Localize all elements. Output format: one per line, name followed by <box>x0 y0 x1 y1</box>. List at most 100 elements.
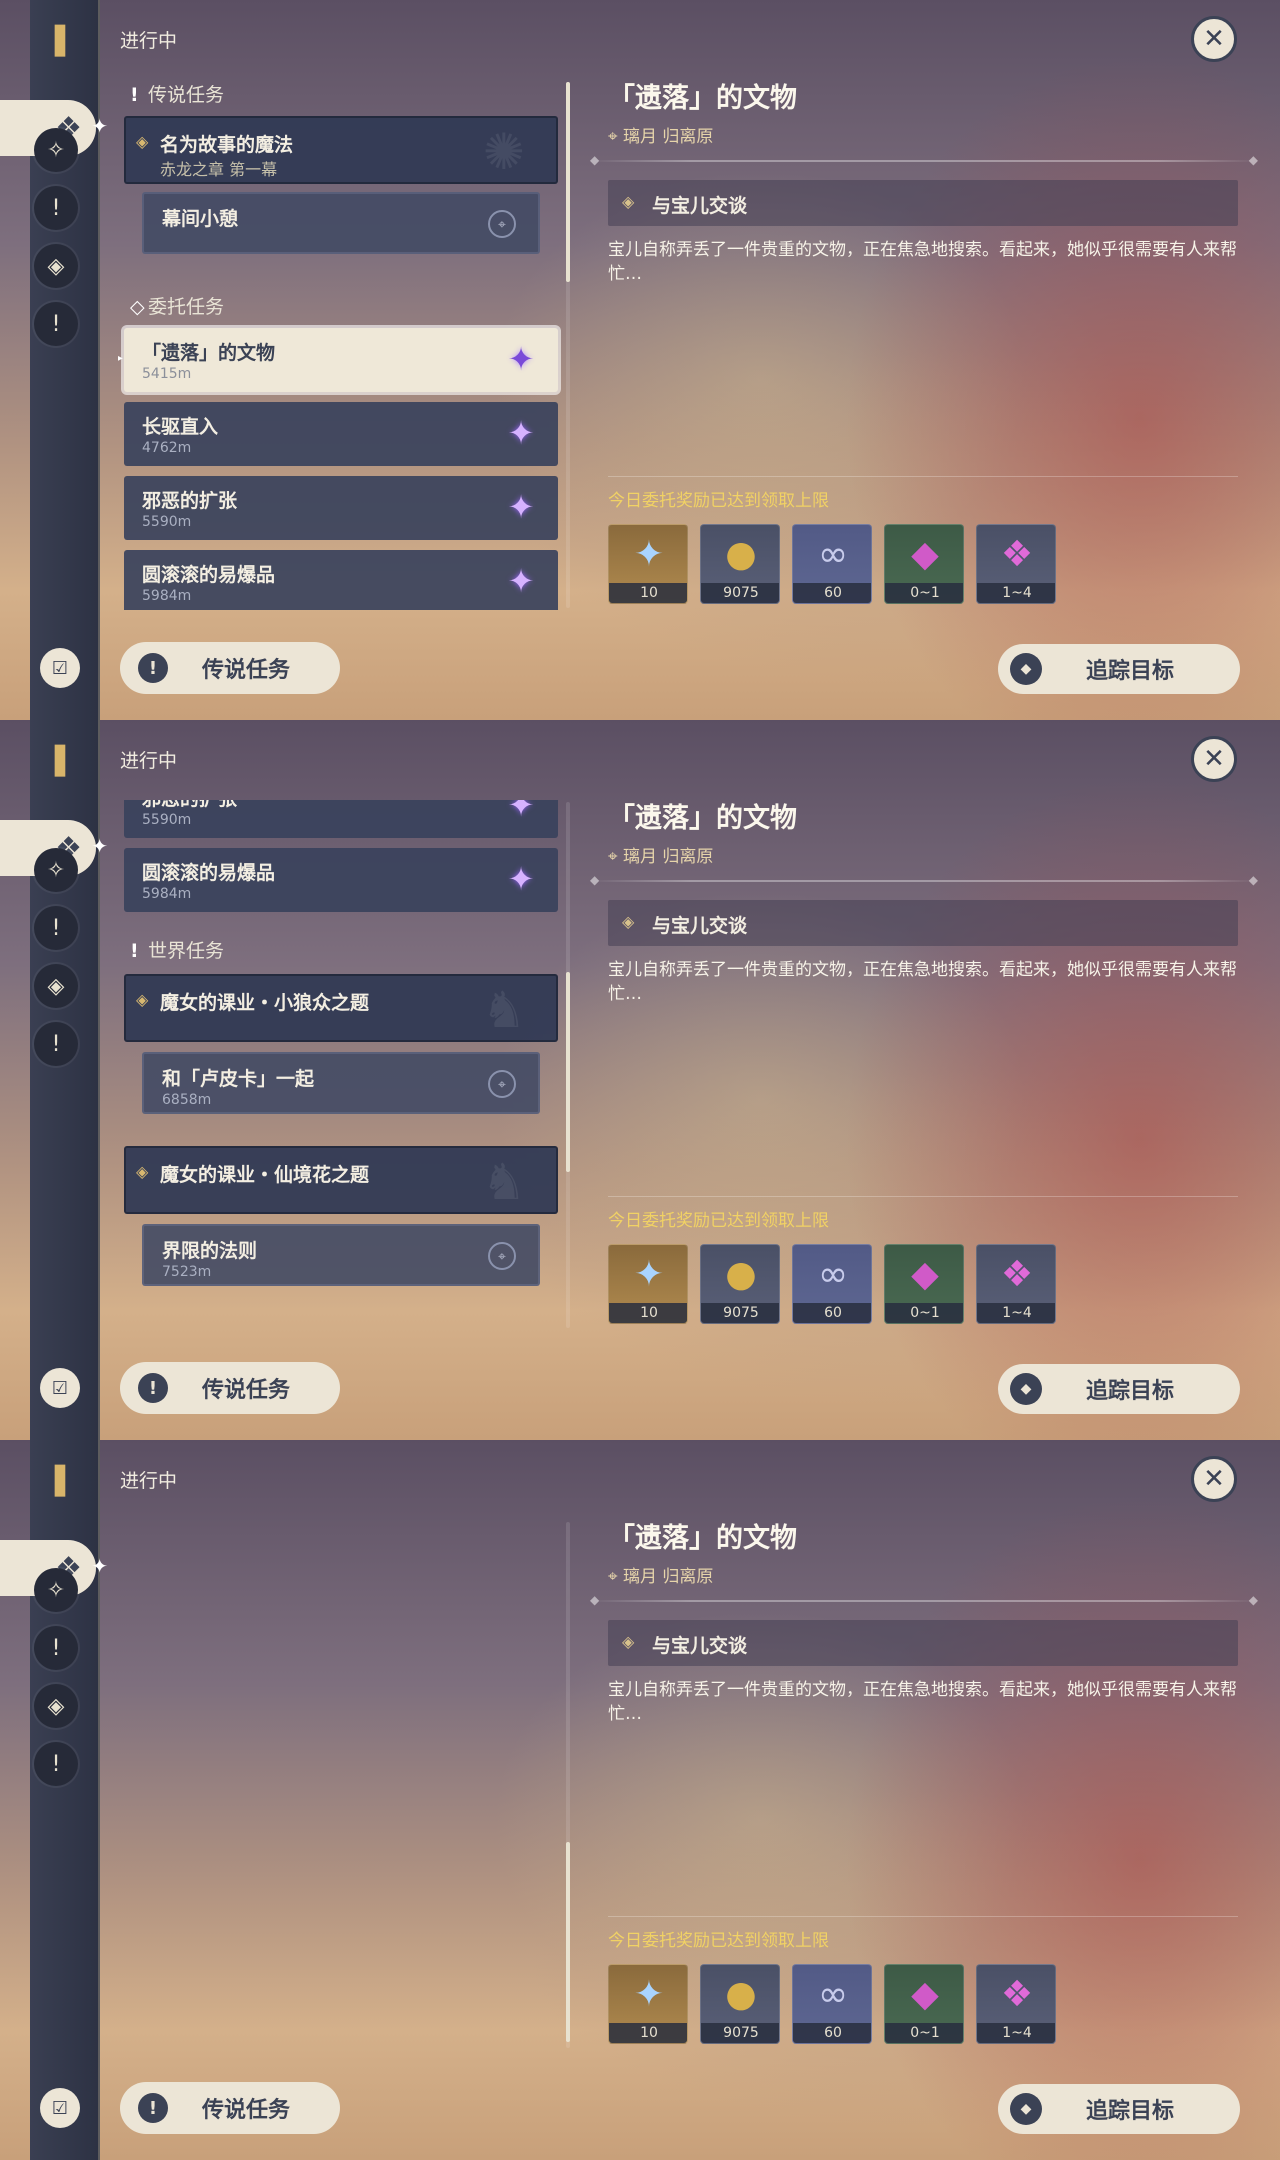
detail-title: 「遗落」的文物 <box>608 83 797 114</box>
track-target-button[interactable]: ◆ 追踪目标 <box>998 1364 1240 1414</box>
quest-step-card[interactable]: 界限的法则 7523m ⌖ <box>142 1224 540 1286</box>
witch-emblem-icon: ♞ <box>481 1153 527 1211</box>
objective-bar: ◈ 与宝儿交谈 <box>608 900 1238 946</box>
divider-ornament-icon: ◆ <box>590 1593 600 1607</box>
quest-title: 魔女的课业・仙境花之题 <box>160 1164 370 1186</box>
close-button[interactable]: ✕ <box>1191 16 1237 62</box>
detail-description: 宝儿自称弄丢了一件贵重的文物，正在焦急地搜索。看起来，她似乎很需要有人来帮忙… <box>608 240 1237 284</box>
sidebar-item-archon-quests[interactable]: ✧ <box>34 128 78 172</box>
reward-item-adventure-exp[interactable]: ✦ 10 <box>608 1244 688 1324</box>
reward-item-mora[interactable]: ● 9075 <box>700 1244 780 1324</box>
sidebar-item-world-quests[interactable]: ◈ <box>34 244 78 288</box>
screenshot-stack: ❚ ❖ ✦ ✧ ! ◈ ! ☑ 进行中 ✕ ! 传说任务 ◈ 名为故事的魔法 赤龙之… <box>0 0 1280 2160</box>
reward-item-crystal-cluster[interactable]: ❖ 1~4 <box>976 1964 1056 2044</box>
location-pin-icon[interactable]: ⌖ <box>488 210 516 238</box>
reward-item-crystal-cluster[interactable]: ❖ 1~4 <box>976 524 1056 604</box>
dragon-emblem-icon: ✺ <box>483 123 525 181</box>
book-icon[interactable]: ❚ <box>44 1456 76 1500</box>
sidebar-item-event-quests[interactable]: ! <box>34 1022 78 1066</box>
quest-step-card[interactable]: 幕间小憩 ⌖ <box>142 192 540 254</box>
quest-list[interactable]: !传说任务 ◈ 名为故事的魔法 赤龙之章 第一幕 ✺ 幕间小憩 ⌖ ◇委托任务 … <box>118 80 564 610</box>
quest-log-check-icon[interactable]: ☑ <box>40 2088 80 2128</box>
location-text: 璃月 归离原 <box>622 847 714 867</box>
scrollbar-thumb[interactable] <box>566 1842 570 2042</box>
reward-item-adventure-exp[interactable]: ✦ 10 <box>608 1964 688 2044</box>
quest-card-world-2[interactable]: ◈ 魔女的课业・仙境花之题 ♞ <box>124 1146 558 1214</box>
detail-title: 「遗落」的文物 <box>608 803 797 834</box>
close-button[interactable]: ✕ <box>1191 736 1237 782</box>
crystal-chunk-icon: ◆ <box>911 533 939 575</box>
divider-ornament-icon: ◆ <box>1248 153 1258 167</box>
sidebar-item-story-quests[interactable]: ! <box>34 1626 78 1670</box>
sidebar-item-story-quests[interactable]: ! <box>34 906 78 950</box>
objective-bar: ◈ 与宝儿交谈 <box>608 1620 1238 1666</box>
quest-diamond-icon: ◈ <box>136 990 149 1009</box>
scrollbar-thumb[interactable] <box>566 82 570 282</box>
detail-title: 「遗落」的文物 <box>608 1523 797 1554</box>
reward-item-crystal-cluster[interactable]: ❖ 1~4 <box>976 1244 1056 1324</box>
location-text: 璃月 归离原 <box>622 127 714 147</box>
quest-title: 邪恶的扩张 <box>142 800 237 811</box>
quest-card-commission-4[interactable]: 圆滚滚的易爆品 5984m ✦ <box>124 550 558 610</box>
close-button[interactable]: ✕ <box>1191 1456 1237 1502</box>
reward-item-mora[interactable]: ● 9075 <box>700 1964 780 2044</box>
reward-item-mora[interactable]: ● 9075 <box>700 524 780 604</box>
reward-item-companionship-exp[interactable]: ∞ 60 <box>792 524 872 604</box>
sparkle-icon: ✦ <box>91 834 108 858</box>
reward-qty: 0~1 <box>885 583 963 603</box>
quest-list-scrollbar[interactable] <box>566 1522 570 2048</box>
track-target-button[interactable]: ◆ 追踪目标 <box>998 2084 1240 2134</box>
quest-card-commission-1[interactable]: ▶ 「遗落」的文物 5415m ✦ <box>118 328 558 392</box>
reward-qty: 10 <box>609 1303 687 1323</box>
legend-quests-button[interactable]: ! 传说任务 <box>120 642 340 694</box>
track-target-button[interactable]: ◆ 追踪目标 <box>998 644 1240 694</box>
quest-diamond-icon: ◈ <box>136 1162 149 1181</box>
quest-title: 「遗落」的文物 <box>142 342 276 364</box>
sidebar-item-story-quests[interactable]: ! <box>34 186 78 230</box>
legend-quest-icon: ! <box>138 653 168 683</box>
sidebar-item-event-quests[interactable]: ! <box>34 1742 78 1786</box>
quest-title: 魔女的课业・小狼众之题 <box>160 992 370 1014</box>
book-icon[interactable]: ❚ <box>44 16 76 60</box>
sidebar-item-event-quests[interactable]: ! <box>34 302 78 346</box>
sidebar-item-archon-quests[interactable]: ✧ <box>34 848 78 892</box>
legend-quests-button[interactable]: ! 传说任务 <box>120 1362 340 1414</box>
sidebar-item-world-quests[interactable]: ◈ <box>34 964 78 1008</box>
quest-list-scrollbar[interactable] <box>566 82 570 608</box>
reward-item-companionship-exp[interactable]: ∞ 60 <box>792 1244 872 1324</box>
quest-card-commission-3[interactable]: 邪恶的扩张 5590m ✦ <box>124 800 558 838</box>
quest-list-scrollbar[interactable] <box>566 802 570 1328</box>
sidebar-item-world-quests[interactable]: ◈ <box>34 1684 78 1728</box>
sidebar-item-archon-quests[interactable]: ✧ <box>34 1568 78 1612</box>
mora-icon: ● <box>725 1973 757 2015</box>
quest-card-legend[interactable]: ◈ 名为故事的魔法 赤龙之章 第一幕 ✺ <box>124 116 558 184</box>
scrollbar-thumb[interactable] <box>566 972 570 1172</box>
quest-card-commission-4[interactable]: 圆滚滚的易爆品 5984m ✦ <box>124 848 558 912</box>
objective-diamond-icon: ◈ <box>622 912 635 931</box>
objective-text: 与宝儿交谈 <box>652 1635 748 1657</box>
quest-log-check-icon[interactable]: ☑ <box>40 648 80 688</box>
reward-item-adventure-exp[interactable]: ✦ 10 <box>608 524 688 604</box>
location-pin-icon[interactable]: ⌖ <box>488 1242 516 1270</box>
reward-qty: 60 <box>793 583 871 603</box>
commission-star-icon: ✦ <box>507 414 535 452</box>
adventure-exp-icon: ✦ <box>633 1973 665 2015</box>
quest-card-world-1[interactable]: ◈ 魔女的课业・小狼众之题 ♞ <box>124 974 558 1042</box>
legend-quests-button[interactable]: ! 传说任务 <box>120 2082 340 2134</box>
reward-item-crystal-chunk[interactable]: ◆ 0~1 <box>884 1244 964 1324</box>
location-pin-icon[interactable]: ⌖ <box>488 1070 516 1098</box>
quest-card-commission-2[interactable]: 长驱直入 4762m ✦ <box>124 402 558 466</box>
reward-item-companionship-exp[interactable]: ∞ 60 <box>792 1964 872 2044</box>
quest-step-card[interactable]: 和「卢皮卡」一起 6858m ⌖ <box>142 1052 540 1114</box>
quest-list[interactable]: !传说任务 ◈ 名为故事的魔法 赤龙之章 第一幕 ✺ 幕间小憩 ⌖ ◇委托任务 … <box>118 800 564 1330</box>
quest-panel: ❚ ❖ ✦ ✧ ! ◈ ! ☑ 进行中 ✕ ! 传说任务 ◈ 名为故事的魔法 赤龙之… <box>0 0 1280 720</box>
quest-card-commission-3[interactable]: 邪恶的扩张 5590m ✦ <box>124 476 558 540</box>
quest-log-check-icon[interactable]: ☑ <box>40 1368 80 1408</box>
reward-item-crystal-chunk[interactable]: ◆ 0~1 <box>884 1964 964 2044</box>
reward-item-crystal-chunk[interactable]: ◆ 0~1 <box>884 524 964 604</box>
reward-limit-note: 今日委托奖励已达到领取上限 <box>608 1211 829 1231</box>
adventure-exp-icon: ✦ <box>633 1253 665 1295</box>
book-icon[interactable]: ❚ <box>44 736 76 780</box>
quest-list[interactable]: !传说任务 ◈ 名为故事的魔法 赤龙之章 第一幕 ✺ 幕间小憩 ⌖ ◇委托任务 … <box>118 1520 564 2050</box>
objective-bar: ◈ 与宝儿交谈 <box>608 180 1238 226</box>
